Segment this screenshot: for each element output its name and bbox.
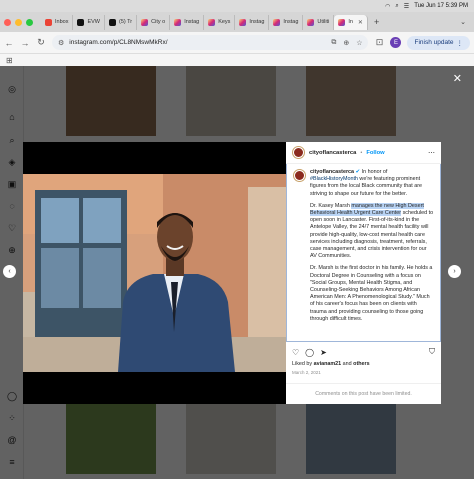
tab-label: Inbox — [55, 19, 69, 25]
profile-avatar[interactable]: E — [390, 37, 402, 48]
x-icon — [77, 18, 85, 26]
next-post-arrow-icon[interactable]: › — [448, 265, 461, 278]
account-avatar[interactable] — [292, 146, 305, 159]
tab-label: Instag — [184, 19, 200, 25]
window-controls — [4, 18, 33, 26]
caption-paragraph-1: Dr. Kasey Marsh manages the new High Des… — [293, 202, 434, 261]
browser-tab[interactable]: Utiliti — [303, 14, 335, 30]
browser-tab-active[interactable]: In ✕ — [334, 14, 368, 30]
close-tab-icon[interactable]: ✕ — [358, 19, 363, 26]
like-heart-icon[interactable]: ♡ — [292, 348, 299, 357]
tab-label: Utiliti — [317, 19, 330, 25]
tab-label: In — [348, 19, 353, 25]
bookmarks-bar: ⊞ — [0, 54, 474, 66]
caption-header: cityoflancasterca ✔ In honor of #BlackHi… — [293, 169, 434, 198]
more-vert-icon: ⋮ — [456, 39, 464, 47]
back-button[interactable]: ← — [4, 38, 14, 48]
bookmark-star-icon[interactable]: ☆ — [356, 39, 362, 47]
search-icon[interactable]: ⌕ — [395, 3, 398, 10]
follow-button[interactable]: Follow — [366, 150, 384, 156]
new-tab-button[interactable]: + — [374, 17, 379, 27]
browser-tab[interactable]: Keys — [204, 14, 236, 30]
forward-button[interactable]: → — [20, 38, 30, 48]
wifi-icon[interactable]: ◠ — [385, 3, 390, 10]
instagram-page: ◎ ⌂ ⌕ ◈ ▣ ◌ ♡ ⊕ ◯ ⁘ @ ≡ ✕ ‹ › — [0, 66, 474, 479]
liked-by-label: Liked by — [292, 361, 314, 367]
reload-button[interactable]: ↻ — [36, 37, 46, 48]
tab-groups-icon[interactable]: ⊡ — [374, 37, 384, 48]
tab-label: EVW — [87, 19, 100, 25]
save-bookmark-icon[interactable]: ⛉ — [429, 347, 435, 357]
tab-label: (5) Tr — [119, 19, 133, 25]
finish-update-button[interactable]: Finish update ⋮ — [407, 35, 470, 50]
post-modal: cityoflancasterca • Follow ⋯ cityoflanca… — [23, 142, 441, 404]
macos-menubar: ◠ ⌕ ☰ Tue Jun 17 5:39 PM — [0, 0, 474, 12]
menubar-clock[interactable]: Tue Jun 17 5:39 PM — [414, 3, 468, 9]
caption-intro: cityoflancasterca ✔ In honor of #BlackHi… — [310, 169, 434, 198]
comments-limited-notice: Comments on this post have been limited. — [286, 383, 441, 404]
comment-icon[interactable]: ◯ — [305, 348, 314, 357]
caption-paragraph-2: Dr. Marsh is the first doctor in his fam… — [310, 265, 433, 322]
p1-pre: Dr. Kasey Marsh — [310, 202, 352, 209]
liked-by-and: and — [341, 361, 354, 367]
url-text[interactable]: instagram.com/p/CL8NMswMkRx/ — [69, 39, 167, 46]
browser-tab[interactable]: EVW — [73, 14, 105, 30]
x-icon — [109, 18, 116, 26]
hashtag-link[interactable]: #BlackHistoryMonth — [310, 176, 358, 182]
share-icon[interactable]: ➤ — [320, 348, 327, 357]
instagram-icon — [338, 18, 346, 26]
post-media[interactable] — [23, 142, 286, 404]
browser-tab[interactable]: Instag — [170, 14, 205, 30]
browser-tab[interactable]: (5) Tr — [105, 14, 138, 30]
browser-toolbar: ← → ↻ ⚙ instagram.com/p/CL8NMswMkRx/ ⧉ ⊕… — [0, 32, 474, 54]
more-options-icon[interactable]: ⋯ — [428, 149, 435, 157]
caption-username[interactable]: cityoflancasterca — [310, 169, 354, 175]
post-photo — [23, 142, 286, 404]
browser-tab-strip: Inbox EVW (5) Tr City o Instag Keys Inst… — [0, 12, 474, 32]
previous-post-arrow-icon[interactable]: ‹ — [3, 265, 16, 278]
liked-by-others-link[interactable]: others — [353, 361, 369, 367]
post-username[interactable]: cityoflancasterca — [309, 150, 356, 156]
instagram-icon — [208, 18, 216, 26]
browser-tab[interactable]: Instag — [235, 14, 270, 30]
close-window-button[interactable] — [4, 18, 11, 26]
apps-grid-icon[interactable]: ⊞ — [6, 56, 13, 65]
address-bar-actions: ⧉ ⊕ ☆ — [331, 39, 362, 47]
tab-search-chevron-icon[interactable]: ⌄ — [460, 18, 466, 26]
separator-dot: • — [360, 149, 363, 156]
instagram-icon — [239, 18, 247, 26]
minimize-window-button[interactable] — [15, 18, 22, 26]
site-info-icon[interactable]: ⚙ — [58, 39, 64, 47]
close-modal-icon[interactable]: ✕ — [453, 72, 462, 85]
tab-label: Keys — [218, 19, 231, 25]
instagram-icon — [273, 18, 281, 26]
post-side-panel: cityoflancasterca • Follow ⋯ cityoflanca… — [286, 142, 441, 404]
caption-avatar[interactable] — [293, 169, 306, 182]
zoom-window-button[interactable] — [26, 18, 33, 26]
browser-tab[interactable]: Inbox — [41, 14, 74, 30]
liked-by-user-link[interactable]: avianam21 — [314, 361, 342, 367]
post-actions: ♡ ◯ ➤ ⛉ — [286, 345, 441, 359]
tab-label: Instag — [249, 19, 265, 25]
verified-badge-icon: ✔ — [355, 169, 361, 175]
instagram-icon — [307, 18, 315, 26]
post-date[interactable]: March 2, 2021 — [292, 370, 321, 375]
tab-label: City o — [151, 19, 166, 25]
browser-tab[interactable]: Instag — [269, 14, 304, 30]
instagram-icon — [141, 18, 149, 26]
install-app-icon[interactable]: ⧉ — [331, 39, 336, 47]
gmail-icon — [45, 18, 52, 26]
tab-label: Instag — [283, 19, 299, 25]
caption-intro-pre: In honor of — [361, 169, 388, 175]
instagram-icon — [174, 18, 182, 26]
control-center-icon[interactable]: ☰ — [404, 3, 409, 10]
post-header: cityoflancasterca • Follow ⋯ — [286, 142, 441, 164]
zoom-icon[interactable]: ⊕ — [343, 39, 349, 47]
liked-by: Liked by avianam21 and others — [292, 361, 370, 367]
finish-update-label: Finish update — [414, 39, 454, 46]
address-bar[interactable]: ⚙ instagram.com/p/CL8NMswMkRx/ ⧉ ⊕ ☆ — [52, 35, 369, 50]
browser-tab[interactable]: City o — [137, 14, 171, 30]
p1-post: scheduled to open soon in Lancaster. Fir… — [310, 210, 434, 260]
post-caption: cityoflancasterca ✔ In honor of #BlackHi… — [286, 164, 441, 342]
